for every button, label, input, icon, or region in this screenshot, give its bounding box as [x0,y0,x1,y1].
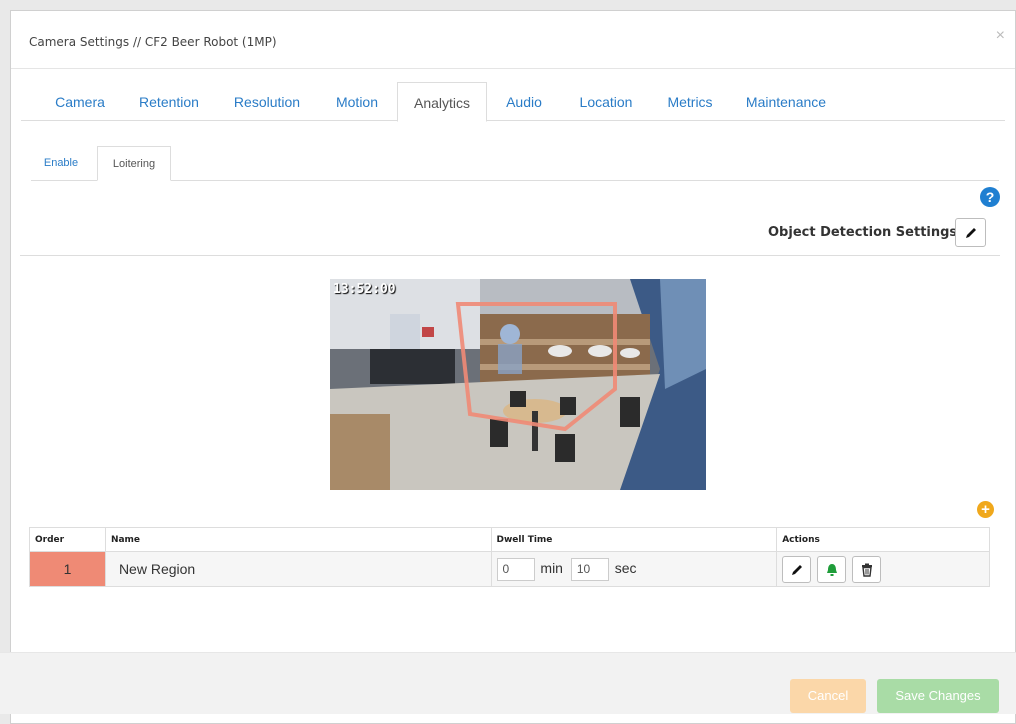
region-order: 1 [29,551,106,587]
header-dwell-time: Dwell Time [490,527,778,552]
table-row[interactable]: 1 New Region min sec [29,551,990,587]
tab-location[interactable]: Location [564,82,648,122]
minutes-unit: min [540,560,563,576]
actions-cell [776,551,990,587]
tab-motion[interactable]: Motion [321,82,393,122]
subtab-loitering[interactable]: Loitering [97,146,171,181]
regions-table: Order Name Dwell Time Actions 1 New Regi… [29,527,990,587]
pencil-icon [965,227,976,238]
camera-timestamp: 13:52:00 [333,282,396,297]
close-icon[interactable]: × [996,27,1005,45]
tab-analytics[interactable]: Analytics [397,82,487,122]
seconds-unit: sec [614,560,637,576]
object-detection-edit-button[interactable] [955,218,986,247]
pencil-icon [792,564,803,575]
cancel-button[interactable]: Cancel [790,679,866,713]
dwell-seconds-input[interactable] [570,557,609,581]
table-header-row: Order Name Dwell Time Actions [29,527,990,552]
help-icon[interactable]: ? [980,187,1000,207]
tab-metrics[interactable]: Metrics [654,82,726,122]
dwell-time-cell: min sec [490,551,778,587]
region-name: New Region [104,551,492,587]
trash-icon [861,563,872,577]
tab-resolution[interactable]: Resolution [219,82,315,122]
bell-icon [827,563,838,576]
tab-camera[interactable]: Camera [41,82,119,122]
modal-footer: Cancel Save Changes [0,652,1016,714]
modal-header: Camera Settings // CF2 Beer Robot (1MP) … [11,11,1015,69]
tab-retention[interactable]: Retention [126,82,212,122]
header-actions: Actions [776,527,990,552]
add-region-icon[interactable]: + [977,501,994,518]
header-order: Order [29,527,106,552]
header-name: Name [104,527,492,552]
edit-region-button[interactable] [782,555,812,583]
camera-scene [330,279,706,490]
delete-region-button[interactable] [851,555,881,583]
tab-maintenance[interactable]: Maintenance [733,82,839,122]
subtab-enable[interactable]: Enable [33,146,89,181]
modal-title: Camera Settings // CF2 Beer Robot (1MP) [29,35,277,49]
object-detection-settings-label: Object Detection Settings [768,225,958,240]
camera-preview[interactable]: 13:52:00 [330,279,706,490]
analytics-subtabs: Enable Loitering [31,137,999,181]
main-tabs: Camera Retention Resolution Motion Analy… [21,71,1005,122]
alert-region-button[interactable] [817,555,847,583]
dwell-minutes-input[interactable] [496,557,535,581]
section-divider [20,255,1000,256]
tab-audio[interactable]: Audio [493,82,555,122]
save-changes-button[interactable]: Save Changes [877,679,999,713]
